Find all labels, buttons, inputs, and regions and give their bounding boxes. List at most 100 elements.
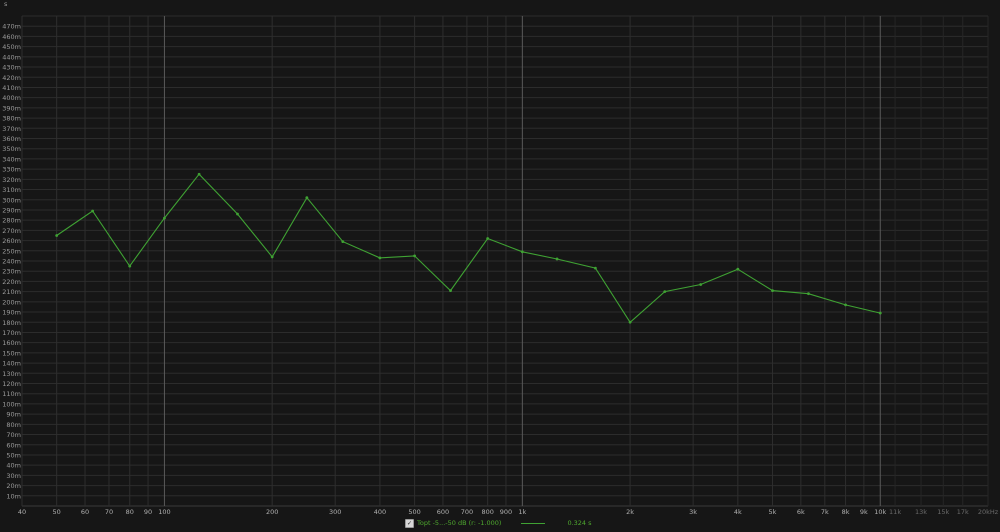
y-tick-label: 410m bbox=[2, 84, 21, 92]
x-tick-label: 8k bbox=[842, 508, 850, 516]
y-tick-label: 180m bbox=[2, 319, 21, 327]
y-tick-label: 130m bbox=[2, 370, 21, 378]
y-tick-label: 50m bbox=[6, 451, 21, 459]
y-tick-label: 330m bbox=[2, 166, 21, 174]
data-point bbox=[163, 216, 166, 220]
y-tick-label: 80m bbox=[6, 421, 21, 429]
data-point bbox=[628, 320, 632, 324]
data-point bbox=[486, 237, 490, 240]
x-tick-label: 17k bbox=[957, 508, 969, 516]
data-point bbox=[736, 267, 740, 271]
y-tick-label: 370m bbox=[2, 125, 21, 133]
y-tick-label: 220m bbox=[2, 278, 21, 286]
x-tick-label: 600 bbox=[437, 508, 449, 516]
legend-filter-label: Topt -5...-50 dB (r: -1.000) bbox=[417, 519, 502, 527]
x-tick-label: 5k bbox=[769, 508, 777, 516]
legend-checkbox[interactable]: ✓ bbox=[405, 518, 414, 528]
data-point bbox=[128, 264, 132, 268]
y-tick-label: 430m bbox=[2, 64, 21, 72]
y-tick-label: 110m bbox=[2, 390, 21, 398]
data-point bbox=[807, 292, 810, 296]
y-tick-label: 170m bbox=[2, 329, 21, 337]
data-point bbox=[449, 289, 452, 293]
y-tick-label: 360m bbox=[2, 135, 21, 143]
data-point bbox=[699, 283, 703, 286]
x-tick-label: 500 bbox=[408, 508, 420, 516]
y-tick-label: 140m bbox=[2, 360, 21, 368]
x-tick-label: 7k bbox=[821, 508, 829, 516]
data-point bbox=[91, 209, 95, 213]
plot-background bbox=[0, 0, 1000, 532]
x-tick-label: 800 bbox=[481, 508, 493, 516]
y-tick-label: 20m bbox=[6, 482, 21, 490]
y-tick-label: 210m bbox=[2, 288, 21, 296]
y-tick-label: 250m bbox=[2, 247, 21, 255]
y-tick-label: 420m bbox=[2, 74, 21, 82]
legend-line-swatch bbox=[521, 522, 546, 524]
y-tick-label: 340m bbox=[2, 155, 21, 163]
x-tick-label: 3k bbox=[689, 508, 697, 516]
x-tick-label: 900 bbox=[500, 508, 512, 516]
rt-chart: 10m 20m 30m 40m 50m 60m 70m 80m 90m 100m 110m 120m 1… bbox=[0, 0, 1000, 532]
data-point bbox=[305, 196, 309, 200]
x-tick-label: 13k bbox=[915, 508, 927, 516]
y-tick-label: 70m bbox=[6, 431, 21, 439]
x-tick-label: 60 bbox=[81, 508, 89, 516]
y-tick-label: 100m bbox=[2, 400, 21, 408]
y-tick-label: 150m bbox=[2, 349, 21, 357]
y-tick-label: 470m bbox=[2, 23, 21, 31]
x-tick-label: 11k bbox=[889, 508, 901, 516]
y-tick-label: 280m bbox=[2, 217, 21, 225]
y-tick-label: 380m bbox=[2, 115, 21, 123]
x-tick-label: 50 bbox=[53, 508, 61, 516]
x-tick-label: 300 bbox=[329, 508, 341, 516]
y-tick-label: 60m bbox=[6, 441, 21, 449]
y-tick-label: 320m bbox=[2, 176, 21, 184]
x-tick-label: 100 bbox=[158, 508, 170, 516]
y-tick-label: 290m bbox=[2, 206, 21, 214]
data-point bbox=[378, 256, 382, 260]
y-tick-label: 10m bbox=[6, 492, 21, 500]
y-tick-label: 190m bbox=[2, 309, 21, 317]
data-point bbox=[594, 266, 597, 270]
data-point bbox=[555, 257, 559, 261]
x-tick-label: 70 bbox=[105, 508, 113, 516]
data-point bbox=[878, 311, 882, 315]
legend: ✓ Topt -5...-50 dB (r: -1.000) 0.324 s bbox=[405, 517, 592, 529]
y-tick-label: 240m bbox=[2, 258, 21, 266]
x-tick-label: 700 bbox=[461, 508, 473, 516]
y-tick-label: 90m bbox=[6, 411, 21, 419]
x-tick-label: 90 bbox=[144, 508, 152, 516]
data-point bbox=[236, 212, 239, 216]
y-tick-label: 30m bbox=[6, 472, 21, 480]
x-tick-label: 40 bbox=[18, 508, 26, 516]
data-point bbox=[413, 254, 416, 258]
x-tick-label: 9k bbox=[860, 508, 868, 516]
y-tick-label: 310m bbox=[2, 186, 21, 194]
x-tick-label: 400 bbox=[374, 508, 386, 516]
y-tick-label: 200m bbox=[2, 298, 21, 306]
x-tick-label: 20kHz bbox=[978, 508, 999, 516]
data-point bbox=[520, 250, 524, 254]
x-tick-label: 4k bbox=[734, 508, 742, 516]
data-point bbox=[270, 255, 274, 259]
x-tick-label: 6k bbox=[797, 508, 805, 516]
y-tick-label: 460m bbox=[2, 33, 21, 41]
x-tick-label: 200 bbox=[266, 508, 278, 516]
data-point bbox=[844, 303, 847, 307]
legend-series-label: 0.324 s bbox=[567, 519, 592, 527]
data-point bbox=[771, 289, 774, 293]
y-tick-label: 440m bbox=[2, 53, 21, 61]
y-tick-label: 260m bbox=[2, 237, 21, 245]
y-tick-label: 300m bbox=[2, 196, 21, 204]
x-tick-label: 80 bbox=[126, 508, 134, 516]
y-tick-label: 350m bbox=[2, 145, 21, 153]
y-tick-label: 400m bbox=[2, 94, 21, 102]
y-tick-label: 160m bbox=[2, 339, 21, 347]
y-tick-label: 40m bbox=[6, 462, 21, 470]
x-tick-label: 2k bbox=[626, 508, 634, 516]
y-tick-label: 450m bbox=[2, 43, 21, 51]
x-tick-label: 15k bbox=[937, 508, 949, 516]
x-tick-label: 10k bbox=[874, 508, 886, 516]
y-tick-label: 230m bbox=[2, 268, 21, 276]
